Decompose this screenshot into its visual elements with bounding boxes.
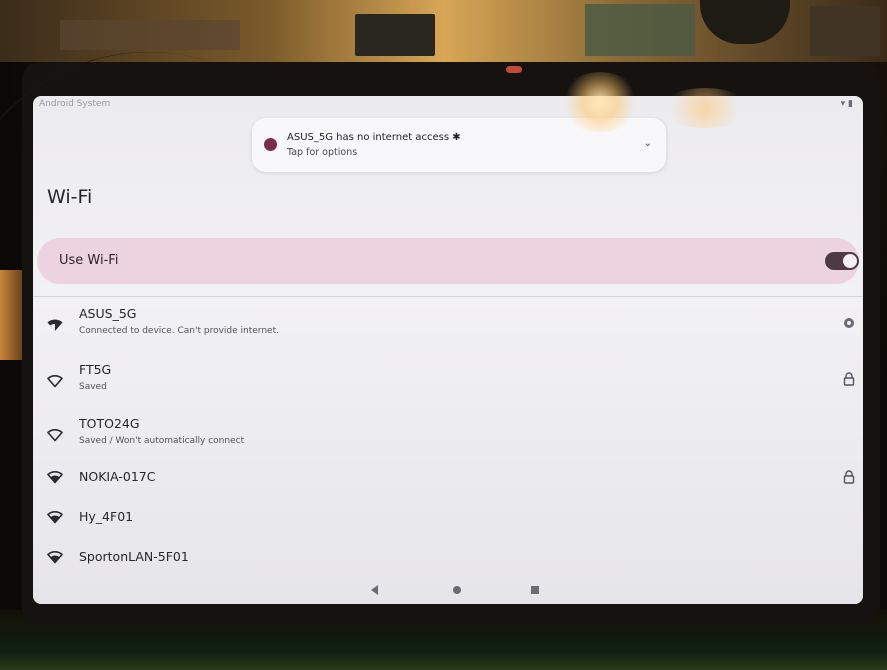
wifi-saved-icon <box>47 429 63 442</box>
network-status: Saved <box>79 382 107 392</box>
network-name: SportonLAN-5F01 <box>79 549 189 564</box>
network-name: Hy_4F01 <box>79 509 134 524</box>
lock-icon <box>843 372 855 386</box>
network-item-ft5g[interactable]: FT5G Saved <box>33 358 863 404</box>
board-component <box>585 4 695 56</box>
circuit-board <box>0 0 887 62</box>
home-icon[interactable] <box>453 586 461 594</box>
status-bar: Android System ▾ ▮ <box>33 96 863 114</box>
notification-title: ASUS_5G has no internet access ✱ <box>287 132 461 143</box>
notification-app-icon <box>264 138 277 151</box>
use-wifi-toggle[interactable] <box>825 252 859 270</box>
back-icon[interactable] <box>371 585 378 595</box>
divider <box>33 296 863 297</box>
gear-icon[interactable] <box>843 316 855 330</box>
board-component <box>700 0 790 44</box>
network-item-asus-5g[interactable]: ASUS_5G Connected to device. Can't provi… <box>33 302 863 348</box>
wifi-signal-icon <box>47 471 63 484</box>
photo-background: Android System ▾ ▮ ASUS_5G has no intern… <box>0 0 887 670</box>
wifi-signal-icon <box>47 551 63 564</box>
wifi-signal-icon <box>47 511 63 524</box>
front-camera <box>506 66 522 73</box>
network-item-toto24g[interactable]: TOTO24G Saved / Won't automatically conn… <box>33 412 863 458</box>
tablet-screen: Android System ▾ ▮ ASUS_5G has no intern… <box>33 96 863 604</box>
network-name: FT5G <box>79 362 112 377</box>
chevron-down-icon[interactable]: ⌄ <box>644 138 652 149</box>
use-wifi-label: Use Wi-Fi <box>59 253 119 268</box>
notification-subtitle: Tap for options <box>287 147 358 158</box>
navigation-bar <box>33 576 863 604</box>
wifi-connected-icon <box>47 319 63 331</box>
wifi-saved-icon <box>47 375 63 388</box>
board-component <box>60 20 240 50</box>
no-internet-notification[interactable]: ASUS_5G has no internet access ✱ Tap for… <box>252 118 666 172</box>
toggle-knob <box>843 254 857 268</box>
page-title: Wi-Fi <box>47 186 93 208</box>
status-bar-icons: ▾ ▮ <box>840 99 853 109</box>
board-component <box>810 6 880 56</box>
network-name: TOTO24G <box>79 416 140 431</box>
board-component <box>355 14 435 56</box>
network-status: Connected to device. Can't provide inter… <box>79 326 279 336</box>
network-name: ASUS_5G <box>79 306 137 321</box>
network-name: NOKIA-017C <box>79 469 156 484</box>
use-wifi-row[interactable]: Use Wi-Fi <box>37 238 859 284</box>
network-status: Saved / Won't automatically connect <box>79 436 245 446</box>
status-bar-source: Android System <box>39 99 111 109</box>
recents-icon[interactable] <box>531 586 539 594</box>
lock-icon <box>843 470 855 484</box>
